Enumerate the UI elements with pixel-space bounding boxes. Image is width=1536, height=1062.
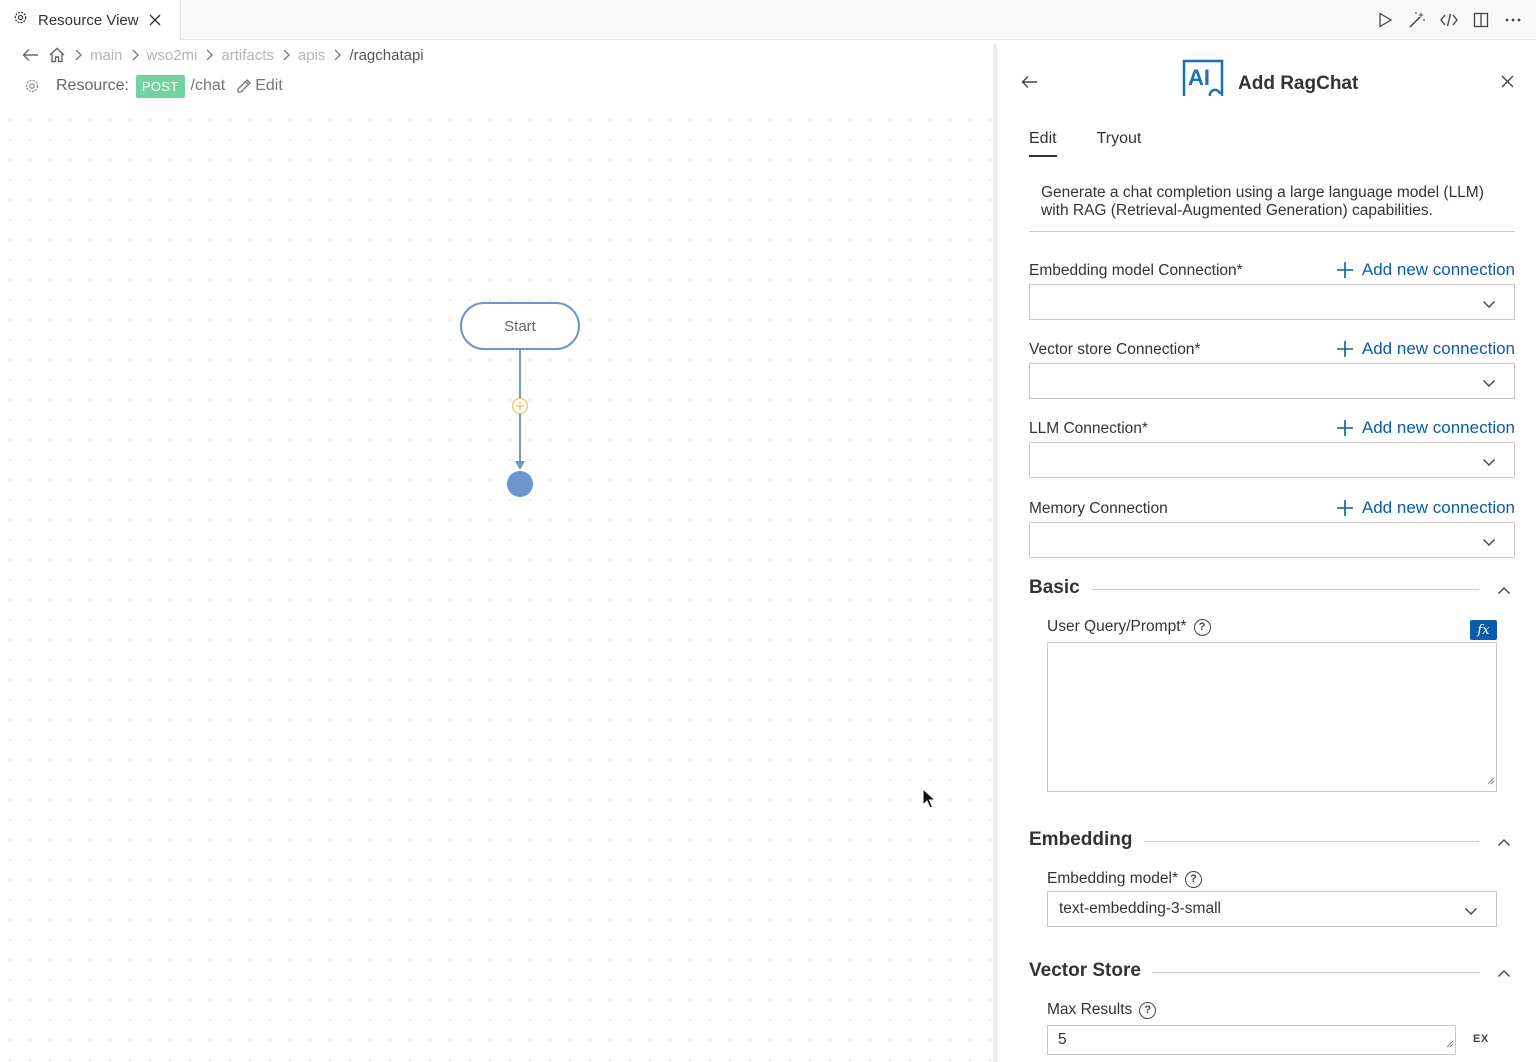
help-icon[interactable]: ? — [1139, 1001, 1157, 1019]
add-new-connection-button[interactable]: Add new connection — [1336, 418, 1515, 438]
expression-mode-button[interactable]: EX — [1473, 1033, 1489, 1045]
embedding-connection-select[interactable] — [1029, 284, 1515, 320]
panel-title: Add RagChat — [1238, 73, 1359, 94]
code-icon[interactable] — [1440, 11, 1458, 29]
section-divider — [1089, 589, 1479, 590]
chevron-down-icon — [1482, 454, 1496, 472]
plus-icon — [1336, 340, 1354, 358]
embedding-model-select[interactable]: text-embedding-3-small — [1047, 891, 1497, 927]
help-icon[interactable]: ? — [1184, 870, 1202, 888]
split-editor-icon[interactable] — [1472, 11, 1490, 29]
embedding-model-label: Embedding model* — [1047, 870, 1178, 887]
run-icon[interactable] — [1376, 11, 1394, 29]
field-label: LLM Connection* — [1029, 420, 1148, 437]
tab-edit[interactable]: Edit — [1029, 130, 1057, 157]
section-divider — [1142, 841, 1479, 842]
plus-icon — [1336, 419, 1354, 437]
mouse-cursor-icon — [922, 787, 937, 815]
ai-logo-text: AI — [1188, 65, 1210, 90]
start-node[interactable]: Start — [460, 302, 580, 350]
section-basic[interactable]: Basic — [1029, 577, 1515, 601]
add-new-connection-button[interactable]: Add new connection — [1336, 498, 1515, 518]
tab-tryout[interactable]: Tryout — [1097, 130, 1142, 157]
section-title: Vector Store — [1029, 960, 1153, 982]
expression-toggle-button[interactable]: fx — [1470, 620, 1497, 640]
resize-handle-icon[interactable] — [1444, 1035, 1454, 1053]
max-results-label: Max Results — [1047, 1001, 1133, 1018]
panel-header: AI Add RagChat — [997, 44, 1536, 122]
embedding-model-label-row: Embedding model* ? — [1047, 870, 1202, 888]
chevron-up-icon[interactable] — [1497, 965, 1511, 983]
embedding-model-value: text-embedding-3-small — [1059, 900, 1221, 917]
add-new-connection-button[interactable]: Add new connection — [1336, 339, 1515, 359]
field-label: Embedding model Connection* — [1029, 262, 1243, 279]
flow-connector — [515, 350, 525, 470]
resize-handle-icon[interactable] — [1485, 772, 1495, 790]
max-results-value: 5 — [1058, 1031, 1067, 1048]
max-results-input[interactable]: 5 — [1047, 1025, 1456, 1055]
section-embedding[interactable]: Embedding — [1029, 829, 1515, 853]
add-node-icon[interactable] — [511, 397, 529, 415]
ai-logo-icon: AI — [1180, 58, 1226, 103]
add-connection-label: Add new connection — [1361, 260, 1515, 279]
max-results-label-row: Max Results ? — [1047, 1001, 1157, 1019]
field-label: Memory Connection — [1029, 500, 1168, 517]
chevron-down-icon — [1482, 534, 1496, 552]
memory-connection-select[interactable] — [1029, 522, 1515, 558]
prompt-textarea[interactable] — [1047, 642, 1497, 792]
divider — [1029, 231, 1515, 232]
section-vector-store[interactable]: Vector Store — [1029, 960, 1515, 984]
chevron-down-icon — [1464, 903, 1478, 921]
add-connection-label: Add new connection — [1361, 418, 1515, 437]
prompt-label-row: User Query/Prompt* ? — [1047, 618, 1211, 636]
chevron-up-icon[interactable] — [1497, 834, 1511, 852]
close-icon[interactable] — [1501, 75, 1514, 93]
add-connection-label: Add new connection — [1361, 498, 1515, 517]
section-title: Basic — [1029, 577, 1092, 599]
section-divider — [1152, 972, 1479, 973]
chevron-down-icon — [1482, 296, 1496, 314]
chevron-down-icon — [1482, 375, 1496, 393]
end-node[interactable] — [507, 471, 533, 497]
magic-wand-icon[interactable] — [1408, 11, 1426, 29]
add-connection-label: Add new connection — [1361, 339, 1515, 358]
panel-tabs: Edit Tryout — [1029, 130, 1141, 157]
vector-store-connection-select[interactable] — [1029, 363, 1515, 399]
llm-connection-select[interactable] — [1029, 442, 1515, 478]
back-arrow-icon[interactable] — [1021, 75, 1039, 94]
section-title: Embedding — [1029, 829, 1145, 851]
chevron-up-icon[interactable] — [1497, 582, 1511, 600]
add-new-connection-button[interactable]: Add new connection — [1336, 260, 1515, 280]
field-label: Vector store Connection* — [1029, 341, 1201, 358]
side-panel: AI Add RagChat Edit Tryout Generate a ch… — [993, 44, 1536, 1062]
help-icon[interactable]: ? — [1193, 618, 1211, 636]
more-icon[interactable] — [1504, 11, 1522, 29]
plus-icon — [1336, 499, 1354, 517]
operation-description: Generate a chat completion using a large… — [1041, 184, 1484, 219]
plus-icon — [1336, 261, 1354, 279]
prompt-label: User Query/Prompt* — [1047, 618, 1187, 635]
